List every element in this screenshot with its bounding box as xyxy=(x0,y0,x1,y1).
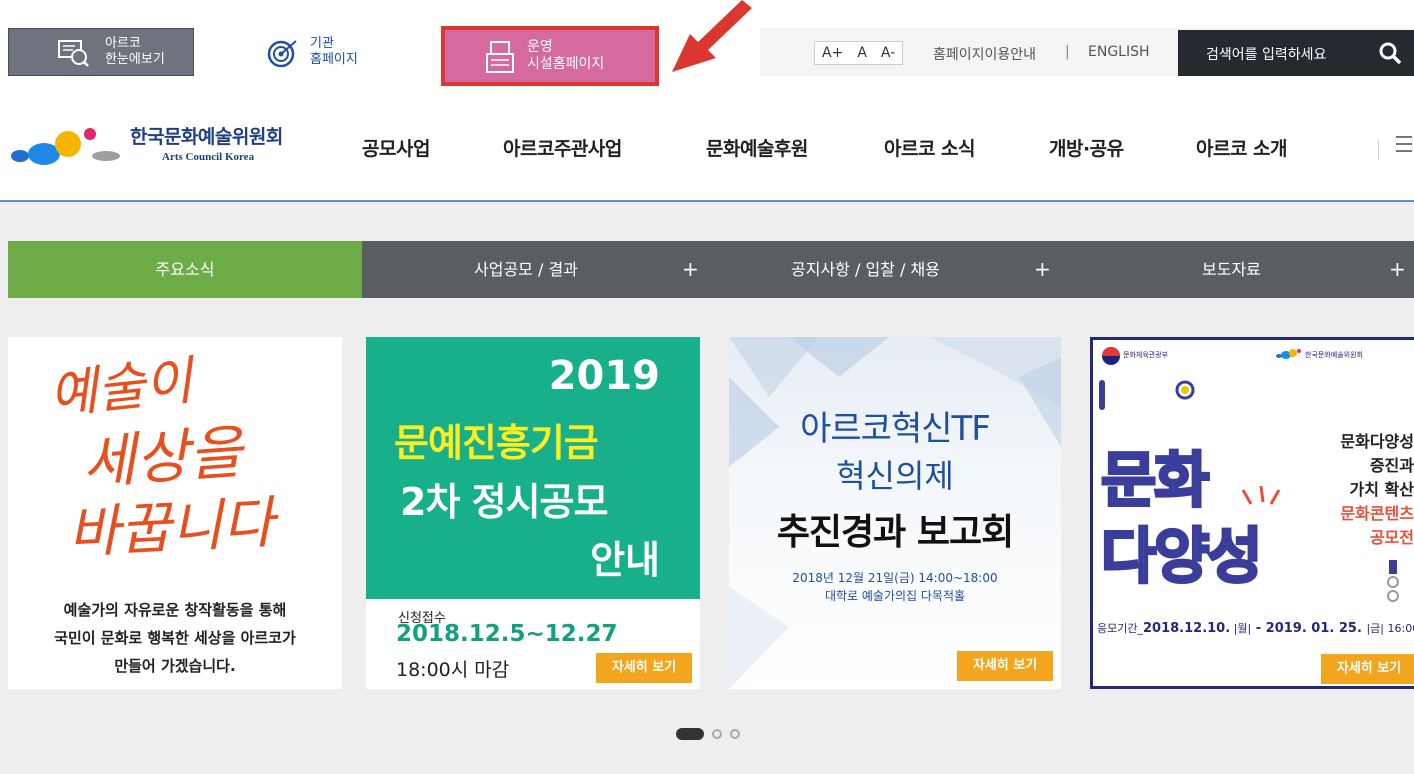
card-deadline: 18:00시 마감 xyxy=(396,659,510,681)
card-right-line-1: 문화다양성 xyxy=(1340,432,1414,451)
search-icon[interactable] xyxy=(1378,41,1402,65)
card-date: 2018.12.5~12.27 xyxy=(396,621,618,647)
card-title-line-3: 추진경과 보고회 xyxy=(776,512,1014,553)
nav-item-arko-projects[interactable]: 아르코주관사업 xyxy=(503,134,622,161)
tab-business-contest[interactable]: 사업공모 / 결과 + xyxy=(362,241,713,298)
annotation-arrow-icon xyxy=(672,0,752,72)
nav-divider xyxy=(1378,140,1379,160)
card-big-title-2: 다양성 xyxy=(1100,521,1265,594)
news-card-arts-fund-contest[interactable]: 2019 문예진흥기금 2차 정시공모 안내 신청접수 2018.12.5~12… xyxy=(366,337,700,689)
detail-button[interactable]: 자세히 보기 xyxy=(1321,654,1414,684)
nav-item-open-share[interactable]: 개방·공유 xyxy=(1049,134,1124,161)
card-right-line-3: 가치 확산 xyxy=(1349,480,1414,499)
card-big-title-1: 문화 xyxy=(1099,445,1210,518)
detail-button[interactable]: 자세히 보기 xyxy=(957,651,1053,681)
logo-name-en: Arts Council Korea xyxy=(162,151,255,163)
tab-label: 공지사항 / 입찰 / 채용 xyxy=(791,260,940,279)
font-normal-button[interactable]: A xyxy=(850,42,874,64)
card-title-line-2: 2차 정시공모 xyxy=(400,480,608,524)
tab-expand-icon[interactable]: + xyxy=(1034,241,1051,298)
logo-name-kr: 한국문화예술위원회 xyxy=(130,126,283,148)
page: 아르코 한눈에보기 기관 홈페이지 운영 시설홈페이지 A+ A A- 홈페이지… xyxy=(0,0,1414,774)
facility-home-label: 운영 시설홈페이지 xyxy=(527,39,605,72)
card-year: 2019 xyxy=(548,353,660,399)
calligraphy-line-2: 세상을 xyxy=(80,418,248,497)
arko-logo[interactable]: 한국문화예술위원회 Arts Council Korea xyxy=(10,120,310,180)
arko-glance-label: 아르코 한눈에보기 xyxy=(105,36,165,67)
card-right-line-4: 문화콘텐츠 xyxy=(1340,504,1414,523)
card-desc-line-3: 만들어 가겠습니다. xyxy=(114,657,236,675)
tab-press-releases[interactable]: 보도자료 + xyxy=(1065,241,1414,298)
nav-item-about-arko[interactable]: 아르코 소개 xyxy=(1196,134,1288,161)
card-title-line-3: 안내 xyxy=(590,538,660,582)
carousel-dot-3[interactable] xyxy=(730,729,740,739)
card-title-line-2: 혁신의제 xyxy=(836,457,954,495)
news-card-art-changes-world[interactable]: 예술이 세상을 바꿉니다 예술가의 자유로운 창작활동을 통해 국민이 문화로 … xyxy=(8,337,342,689)
nav-item-arko-news[interactable]: 아르코 소식 xyxy=(884,134,976,161)
nav-item-contest[interactable]: 공모사업 xyxy=(362,134,430,161)
card-right-line-2: 증진과 xyxy=(1369,456,1414,475)
card-right-line-5: 공모전 xyxy=(1369,528,1414,547)
tab-label: 보도자료 xyxy=(1202,260,1261,279)
tab-label: 주요소식 xyxy=(155,260,215,279)
card-period: 응모기간_2018.12.10. |월| - 2019. 01. 25. |금|… xyxy=(1097,621,1414,636)
tab-expand-icon[interactable]: + xyxy=(682,241,699,298)
card-title-line-1: 아르코혁신TF xyxy=(800,409,991,449)
font-increase-button[interactable]: A+ xyxy=(815,42,850,64)
font-decrease-button[interactable]: A- xyxy=(874,42,902,64)
english-link[interactable]: ENGLISH xyxy=(1088,44,1150,60)
nav-item-arts-support[interactable]: 문화예술후원 xyxy=(706,134,808,161)
target-icon xyxy=(267,40,297,68)
carousel-dot-2[interactable] xyxy=(712,729,722,739)
tab-expand-icon[interactable]: + xyxy=(1389,241,1406,298)
top-utility-bar: 아르코 한눈에보기 기관 홈페이지 운영 시설홈페이지 A+ A A- 홈페이지… xyxy=(0,0,1414,92)
calligraphy-line-1: 예술이 xyxy=(46,351,199,426)
carousel-pagination xyxy=(676,728,748,740)
card-desc-line-2: 국민이 문화로 행복한 세상을 아르코가 xyxy=(54,629,296,647)
tab-label: 사업공모 / 결과 xyxy=(474,260,578,279)
detail-button[interactable]: 자세히 보기 xyxy=(596,653,692,683)
util-separator: | xyxy=(1065,44,1070,60)
tab-notices[interactable]: 공지사항 / 입찰 / 채용 + xyxy=(713,241,1065,298)
site-guide-link[interactable]: 홈페이지이용안내 xyxy=(933,44,1036,64)
search-input[interactable]: 검색어를 입력하세요 xyxy=(1206,44,1326,64)
logo-mark-icon xyxy=(11,128,120,165)
news-tabs: 주요소식 사업공모 / 결과 + 공지사항 / 입찰 / 채용 + 보도자료 + xyxy=(8,241,1414,298)
card-detail-venue: 대학로 예술가의집 다목적홀 xyxy=(824,589,966,603)
arko-glance-button[interactable]: 아르코 한눈에보기 xyxy=(8,28,194,76)
building-icon xyxy=(486,41,514,73)
main-navigation: 한국문화예술위원회 Arts Council Korea 공모사업 아르코주관사… xyxy=(0,92,1414,202)
monitor-search-icon xyxy=(58,40,89,67)
font-size-controls: A+ A A- xyxy=(814,41,904,65)
card-title-line-1: 문예진흥기금 xyxy=(394,421,599,465)
search-box[interactable]: 검색어를 입력하세요 xyxy=(1178,30,1414,76)
card-detail-date: 2018년 12월 21일(금) 14:00~18:00 xyxy=(792,571,998,585)
hamburger-menu-icon[interactable] xyxy=(1396,136,1412,156)
institution-home-label: 기관 홈페이지 xyxy=(310,36,358,67)
calligraphy-artwork: 예술이 세상을 바꿉니다 xyxy=(46,351,282,566)
card-desc-line-1: 예술가의 자유로운 창작활동을 통해 xyxy=(63,601,287,619)
facility-home-button[interactable]: 운영 시설홈페이지 xyxy=(441,26,659,86)
news-card-cultural-diversity[interactable]: 문화체육관광부 한국문화예술위원회 문화 다양성 문화다양성 증진과 가치 확산… xyxy=(1090,337,1414,689)
institution-home-button[interactable]: 기관 홈페이지 xyxy=(258,28,408,76)
carousel-dot-1[interactable] xyxy=(676,728,704,740)
tab-main-news[interactable]: 주요소식 xyxy=(8,241,362,298)
calligraphy-line-3: 바꿉니다 xyxy=(67,490,282,566)
news-card-innovation-report[interactable]: 아르코혁신TF 혁신의제 추진경과 보고회 2018년 12월 21일(금) 1… xyxy=(729,337,1061,689)
